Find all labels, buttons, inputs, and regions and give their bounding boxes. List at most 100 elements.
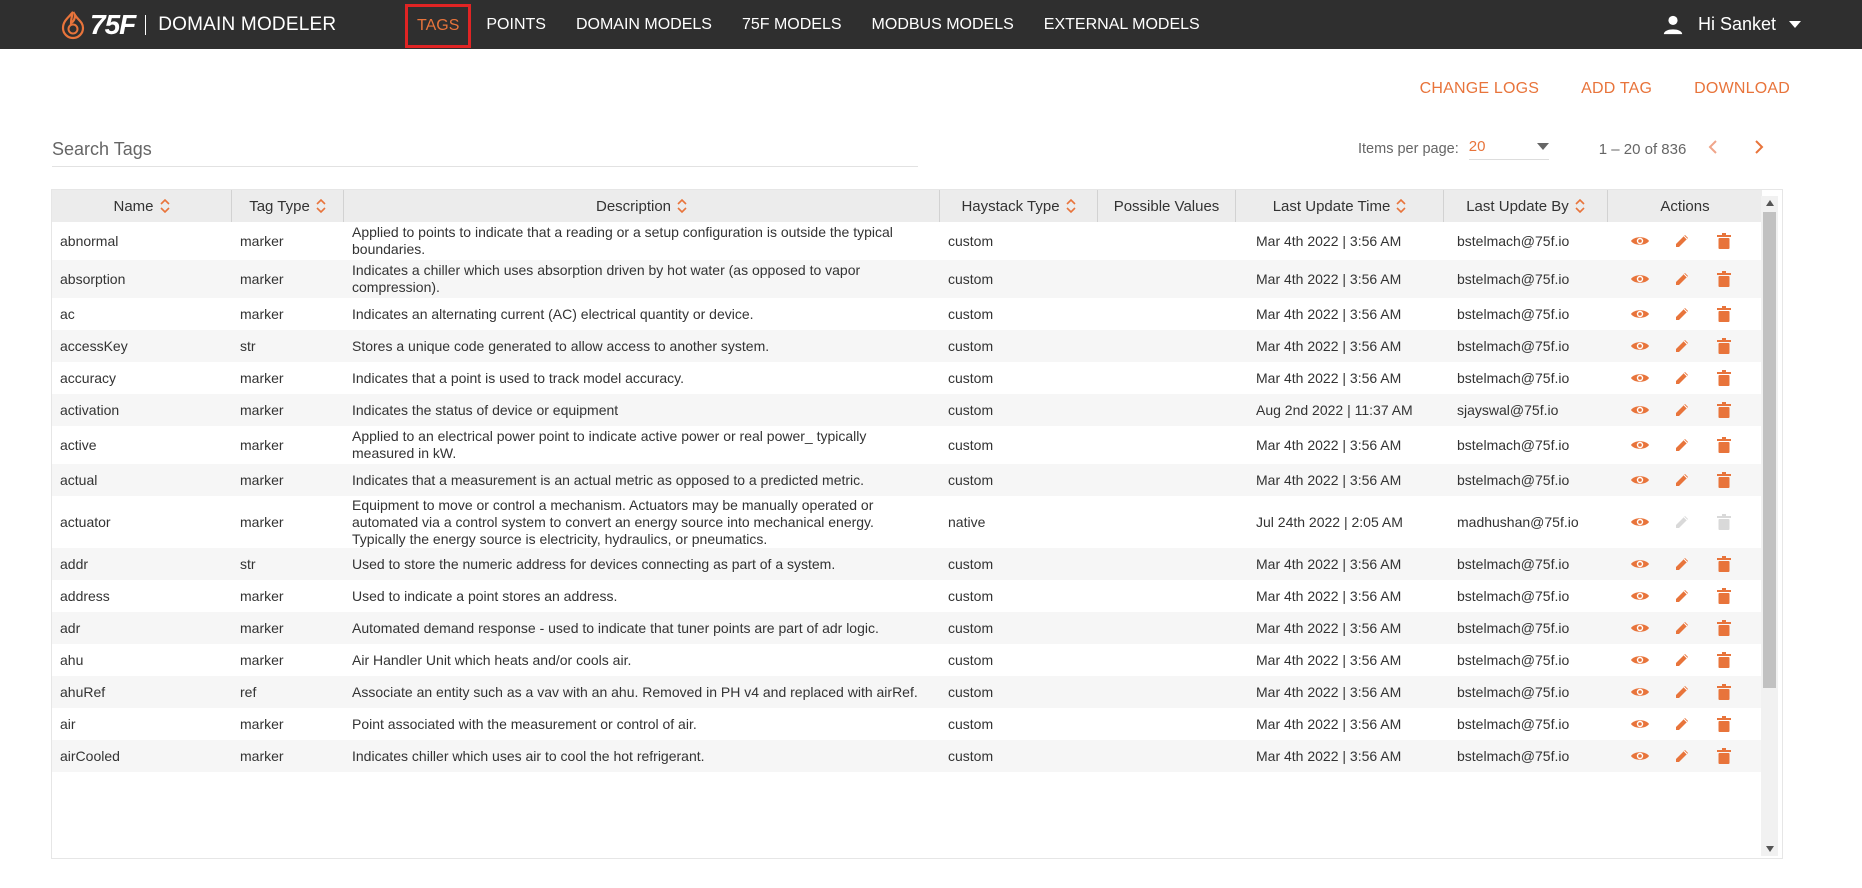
nav-tab-modbus-models[interactable]: MODBUS MODELS (857, 3, 1029, 47)
column-header-last-update-by[interactable]: Last Update By (1444, 190, 1608, 222)
delete-trash-icon[interactable] (1714, 400, 1734, 420)
edit-pencil-icon[interactable] (1672, 554, 1692, 574)
column-header-label: Description (595, 197, 672, 215)
cell-type: marker (240, 716, 284, 732)
cell-by: madhushan@75f.io (1457, 514, 1579, 530)
nav-tab-tags[interactable]: TAGS (405, 3, 472, 48)
user-menu[interactable]: Hi Sanket (1662, 0, 1802, 49)
download-button[interactable]: DOWNLOAD (1694, 80, 1790, 98)
delete-trash-icon[interactable] (1714, 746, 1734, 766)
view-eye-icon[interactable] (1630, 682, 1650, 702)
row-actions (1608, 612, 1762, 644)
edit-pencil-icon[interactable] (1672, 435, 1692, 455)
view-eye-icon[interactable] (1630, 618, 1650, 638)
nav-tab-75f-models[interactable]: 75F MODELS (727, 3, 857, 47)
edit-pencil-icon[interactable] (1672, 618, 1692, 638)
view-eye-icon[interactable] (1630, 336, 1650, 356)
nav-tab-domain-models[interactable]: DOMAIN MODELS (561, 3, 727, 47)
cell-type: marker (240, 271, 284, 287)
edit-pencil-icon[interactable] (1672, 586, 1692, 606)
delete-trash-icon[interactable] (1714, 554, 1734, 574)
edit-pencil-icon[interactable] (1672, 368, 1692, 388)
edit-pencil-icon[interactable] (1672, 231, 1692, 251)
view-eye-icon[interactable] (1630, 650, 1650, 670)
cell-by: bstelmach@75f.io (1457, 684, 1570, 700)
nav-tab-external-models[interactable]: EXTERNAL MODELS (1029, 3, 1215, 47)
cell-haystack: custom (948, 716, 994, 732)
previous-page-button[interactable] (1708, 140, 1718, 158)
column-header-haystack-type[interactable]: Haystack Type (940, 190, 1098, 222)
delete-trash-icon[interactable] (1714, 586, 1734, 606)
view-eye-icon[interactable] (1630, 368, 1650, 388)
view-eye-icon[interactable] (1630, 512, 1650, 532)
cell-name: airCooled (60, 748, 120, 764)
next-page-button[interactable] (1754, 140, 1764, 158)
delete-trash-icon[interactable] (1714, 304, 1734, 324)
cell-by: bstelmach@75f.io (1457, 233, 1570, 249)
delete-trash-icon[interactable] (1714, 336, 1734, 356)
view-eye-icon[interactable] (1630, 554, 1650, 574)
view-eye-icon[interactable] (1630, 269, 1650, 289)
delete-trash-icon[interactable] (1714, 435, 1734, 455)
cell-by: bstelmach@75f.io (1457, 437, 1570, 453)
edit-pencil-icon[interactable] (1672, 746, 1692, 766)
page-range: 1 – 20 of 836 (1598, 140, 1687, 158)
brand[interactable]: 75F DOMAIN MODELER (58, 8, 336, 42)
view-eye-icon[interactable] (1630, 470, 1650, 490)
add-tag-button[interactable]: ADD TAG (1581, 80, 1652, 98)
cell-time: Aug 2nd 2022 | 11:37 AM (1256, 402, 1413, 418)
column-header-label: Possible Values (1113, 197, 1220, 215)
change-logs-button[interactable]: CHANGE LOGS (1420, 80, 1540, 98)
delete-trash-icon[interactable] (1714, 650, 1734, 670)
view-eye-icon[interactable] (1630, 586, 1650, 606)
cell-name: addr (60, 556, 89, 572)
edit-pencil-icon[interactable] (1672, 682, 1692, 702)
cell-possible (1106, 330, 1236, 362)
edit-pencil-icon[interactable] (1672, 304, 1692, 324)
scroll-down-icon[interactable] (1761, 842, 1778, 856)
view-eye-icon[interactable] (1630, 435, 1650, 455)
cell-description: Applied to points to indicate that a rea… (352, 224, 893, 257)
sort-icon (1065, 199, 1076, 213)
delete-trash-icon[interactable] (1714, 368, 1734, 388)
table-row: airCooled marker Indicates chiller which u… (52, 740, 1762, 772)
column-header-tag-type[interactable]: Tag Type (232, 190, 344, 222)
cell-description: Indicates an alternating current (AC) el… (352, 305, 754, 322)
view-eye-icon[interactable] (1630, 714, 1650, 734)
cell-name: ahuRef (60, 684, 106, 700)
delete-trash-icon[interactable] (1714, 269, 1734, 289)
edit-pencil-icon[interactable] (1672, 269, 1692, 289)
edit-pencil-icon[interactable] (1672, 650, 1692, 670)
delete-trash-icon[interactable] (1714, 682, 1734, 702)
cell-name: actual (60, 472, 98, 488)
column-header-name[interactable]: Name (52, 190, 232, 222)
edit-pencil-icon[interactable] (1672, 470, 1692, 490)
cell-time: Mar 4th 2022 | 3:56 AM (1256, 370, 1402, 386)
delete-trash-icon[interactable] (1714, 714, 1734, 734)
view-eye-icon[interactable] (1630, 400, 1650, 420)
tags-table: Name Tag Type Description Haystack Type … (51, 189, 1783, 859)
delete-trash-icon[interactable] (1714, 470, 1734, 490)
cell-description: Equipment to move or control a mechanism… (352, 496, 874, 547)
vertical-scrollbar[interactable] (1761, 196, 1778, 856)
edit-pencil-icon[interactable] (1672, 336, 1692, 356)
column-header-description[interactable]: Description (344, 190, 940, 222)
cell-possible (1106, 740, 1236, 772)
nav-tab-points[interactable]: POINTS (471, 3, 561, 47)
view-eye-icon[interactable] (1630, 746, 1650, 766)
cell-haystack: native (948, 514, 986, 530)
scrollbar-thumb[interactable] (1763, 212, 1776, 688)
delete-trash-icon[interactable] (1714, 618, 1734, 638)
cell-type: str (240, 556, 256, 572)
view-eye-icon[interactable] (1630, 304, 1650, 324)
items-per-page-select[interactable]: 20 (1468, 138, 1549, 160)
search-input[interactable] (52, 134, 918, 164)
cell-possible (1106, 362, 1236, 394)
scroll-up-icon[interactable] (1761, 196, 1778, 210)
cell-name: adr (60, 620, 81, 636)
column-header-last-update-time[interactable]: Last Update Time (1236, 190, 1444, 222)
view-eye-icon[interactable] (1630, 231, 1650, 251)
edit-pencil-icon[interactable] (1672, 400, 1692, 420)
delete-trash-icon[interactable] (1714, 231, 1734, 251)
edit-pencil-icon[interactable] (1672, 714, 1692, 734)
